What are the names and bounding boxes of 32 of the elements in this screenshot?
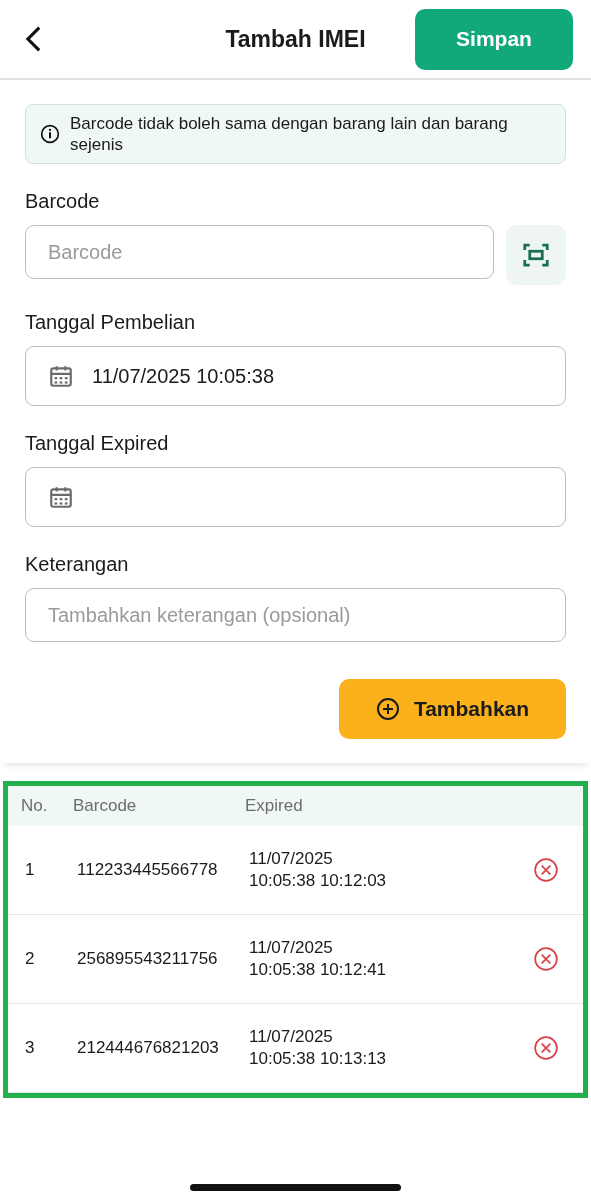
field-label: Tanggal Expired xyxy=(25,432,170,455)
table-cell-text: 1 xyxy=(25,859,36,881)
barcode-field[interactable]: Barcode xyxy=(25,225,494,279)
column-header: No. xyxy=(21,796,49,816)
delete-icon[interactable] xyxy=(533,857,559,883)
scan-button[interactable] xyxy=(506,225,566,285)
notice-text: Barcode tidak boleh sama dengan barang lain dan barang sejenis xyxy=(70,113,509,155)
table-cell-text: 2 xyxy=(25,948,36,970)
column-header: Expired xyxy=(245,796,304,816)
date-field[interactable]: 11/07/2025 10:05:38 xyxy=(25,346,566,406)
calendar-icon xyxy=(48,484,74,510)
field-label: Barcode xyxy=(25,190,101,213)
calendar-icon xyxy=(48,363,74,389)
date-field[interactable] xyxy=(25,467,566,527)
save-button[interactable]: Simpan xyxy=(415,8,573,70)
table-cell-text: 112233445566778 xyxy=(77,859,219,881)
field-label: Keterangan xyxy=(25,553,130,576)
table-cell-text: 11/07/2025 10:05:38 10:12:41 xyxy=(249,937,388,981)
add-button[interactable]: Tambahkan xyxy=(339,679,566,739)
table-cell-text: 212444676821203 xyxy=(77,1037,220,1059)
column-header: Barcode xyxy=(73,796,138,816)
table-cell-text: 11/07/2025 10:05:38 10:12:03 xyxy=(249,848,388,892)
table-cell-text: 3 xyxy=(25,1037,36,1059)
plus-icon xyxy=(375,697,400,721)
page-title: Tambah IMEI xyxy=(225,25,366,52)
notes-field[interactable]: Tambahkan keterangan (opsional) xyxy=(25,588,566,642)
table-cell-text: 11/07/2025 10:05:38 10:13:13 xyxy=(249,1026,388,1070)
info-icon xyxy=(40,124,60,144)
delete-icon[interactable] xyxy=(533,1035,559,1061)
field-label: Tanggal Pembelian xyxy=(25,311,197,334)
table-cell-text: 256895543211756 xyxy=(77,948,219,970)
delete-icon[interactable] xyxy=(533,946,559,972)
